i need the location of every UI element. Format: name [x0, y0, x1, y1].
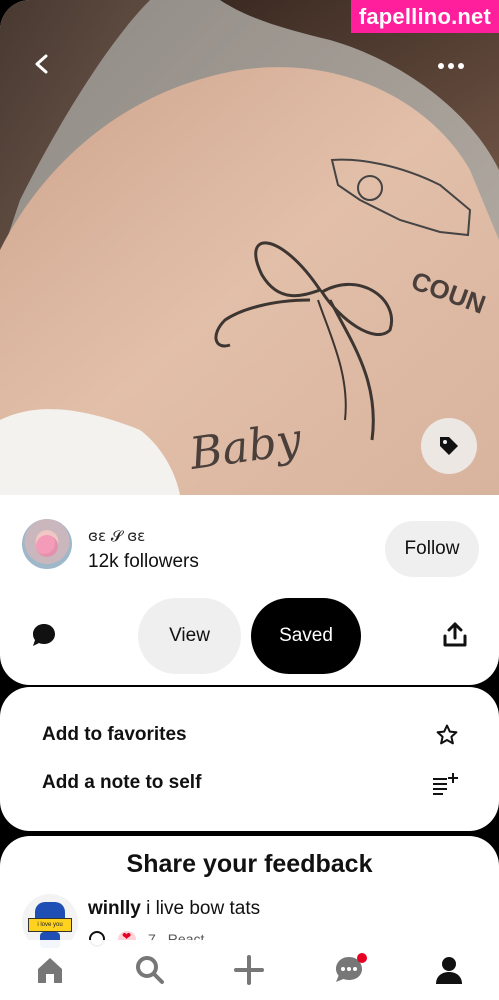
profile-icon: [436, 957, 463, 984]
feedback-title: Share your feedback: [126, 850, 373, 878]
nav-home[interactable]: [26, 952, 74, 988]
back-button[interactable]: [24, 46, 60, 82]
star-outline-icon: [436, 724, 458, 745]
chevron-left-icon: [35, 54, 48, 74]
more-dot-icon: [458, 63, 464, 69]
nav-profile[interactable]: [425, 952, 473, 988]
more-dot-icon: [448, 63, 454, 69]
option-label: Add to favorites: [42, 724, 187, 745]
creator-avatar[interactable]: [22, 519, 72, 569]
shop-tag-button[interactable]: [421, 418, 477, 474]
bottom-navigation: [0, 940, 499, 1000]
more-dot-icon: [438, 63, 444, 69]
creator-name[interactable]: ɞɛ 𝓢 ɞɛ: [88, 527, 145, 545]
note-list-add-icon: [433, 773, 458, 795]
watermark-label: fapellino.net: [350, 0, 499, 33]
plus-icon: [234, 955, 265, 985]
bubblegum-image: [36, 535, 58, 557]
creator-followers: 12k followers: [88, 551, 199, 572]
nav-create[interactable]: [225, 952, 273, 988]
pin-photo: Baby COUN: [0, 0, 499, 495]
add-note-option[interactable]: Add a note to self: [42, 767, 459, 799]
nav-messages[interactable]: [325, 952, 373, 988]
search-icon: [135, 956, 164, 984]
option-label: Add a note to self: [42, 772, 202, 793]
more-options-button[interactable]: [431, 56, 471, 76]
avatar-sign: i love you: [28, 918, 72, 932]
options-card: Add to favorites Add a note to self: [0, 687, 499, 831]
pin-details-card: ɞɛ 𝓢 ɞɛ 12k followers Follow View Saved: [0, 495, 499, 685]
comment-body: i live bow tats: [146, 898, 261, 919]
nav-search[interactable]: [126, 952, 174, 988]
notification-dot: [357, 953, 368, 963]
add-to-favorites-option[interactable]: Add to favorites: [42, 719, 459, 751]
comment-username[interactable]: winlly: [88, 898, 141, 919]
comment-icon[interactable]: [30, 621, 58, 649]
view-button[interactable]: View: [138, 598, 241, 674]
share-icon[interactable]: [441, 621, 469, 649]
comment-text: winlly i live bow tats: [88, 898, 260, 920]
home-icon: [37, 958, 62, 983]
tag-icon: [440, 437, 458, 455]
saved-button[interactable]: Saved: [251, 598, 361, 674]
follow-button[interactable]: Follow: [385, 521, 479, 577]
pin-image[interactable]: Baby COUN: [0, 0, 499, 495]
